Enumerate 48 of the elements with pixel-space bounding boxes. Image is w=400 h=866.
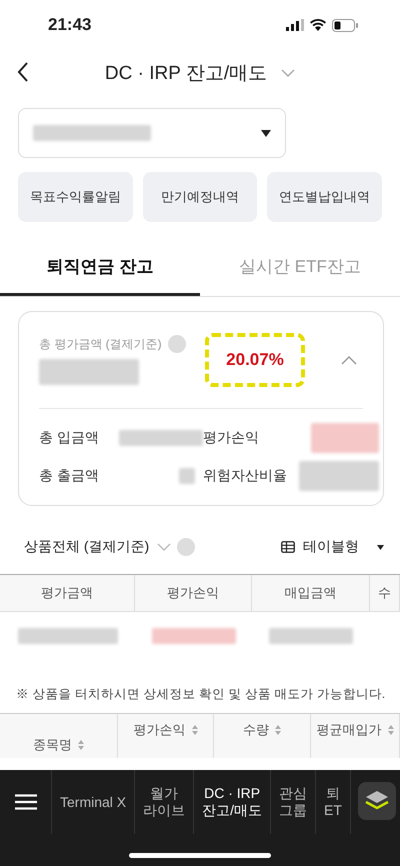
back-icon[interactable] (16, 61, 30, 83)
blurred-value (311, 423, 379, 453)
column-header[interactable]: 평가손익 (135, 575, 252, 611)
nav-item[interactable]: 관심 그룹 (271, 770, 316, 834)
column-header[interactable]: 평균매입가 (316, 721, 382, 739)
dropdown-caret-icon (377, 544, 384, 550)
sort-icon[interactable] (78, 740, 84, 750)
nav-item[interactable]: 퇴 ET (316, 770, 351, 834)
column-header[interactable]: 평가금액 (0, 575, 135, 611)
account-dropdown[interactable] (18, 108, 286, 158)
column-header[interactable]: 평가손익 (134, 721, 186, 739)
help-icon[interactable] (168, 334, 186, 353)
quick-button[interactable]: 연도별납입내역 (267, 172, 382, 222)
total-label: 총 평가금액 (결제기준) (39, 337, 162, 352)
wifi-icon (310, 19, 326, 31)
summary-label: 총 출금액 (39, 467, 100, 485)
sort-icon[interactable] (388, 725, 394, 735)
column-header[interactable]: 수량 (243, 721, 269, 739)
nav-item[interactable]: 월가 라이브 (135, 770, 194, 834)
tab[interactable]: 퇴직연금 잔고 (0, 240, 200, 296)
status-time: 21:43 (48, 15, 92, 35)
summary-label: 위험자산비율 (203, 467, 288, 485)
column-header[interactable]: 수 (370, 575, 400, 611)
signal-icon (286, 19, 304, 31)
page-title: DC · IRP 잔고/매도 (104, 62, 268, 86)
summary-label: 총 입금액 (39, 429, 100, 447)
chevron-down-icon[interactable] (157, 543, 172, 551)
nav-item[interactable]: Terminal X (52, 770, 136, 834)
sort-icon[interactable] (192, 725, 198, 735)
chevron-up-icon[interactable] (341, 356, 357, 364)
notice-text: ※ 상품을 터치하시면 상세정보 확인 및 상품 매도가 가능합니다. (16, 686, 386, 703)
layers-icon[interactable] (358, 782, 396, 820)
column-header[interactable]: 매입금액 (252, 575, 370, 611)
quick-button[interactable]: 목표수익률알림 (18, 172, 133, 222)
product-filter-label[interactable]: 상품전체 (결제기준) (24, 538, 150, 556)
column-header[interactable]: 종목명 (33, 736, 72, 754)
chevron-down-icon[interactable] (281, 69, 296, 77)
blurred-value (179, 468, 195, 484)
return-rate: 20.07% (226, 350, 284, 370)
help-icon[interactable] (177, 538, 196, 556)
nav-item[interactable]: DC · IRP 잔고/매도 (194, 770, 272, 834)
battery-icon (332, 18, 358, 32)
view-mode-dropdown[interactable]: 테이블형 (281, 538, 384, 556)
quick-button[interactable]: 만기예정내역 (142, 172, 258, 222)
summary-label: 평가손익 (203, 429, 260, 447)
dropdown-caret-icon (261, 130, 271, 136)
table-icon (281, 541, 295, 553)
sort-icon[interactable] (275, 725, 281, 735)
